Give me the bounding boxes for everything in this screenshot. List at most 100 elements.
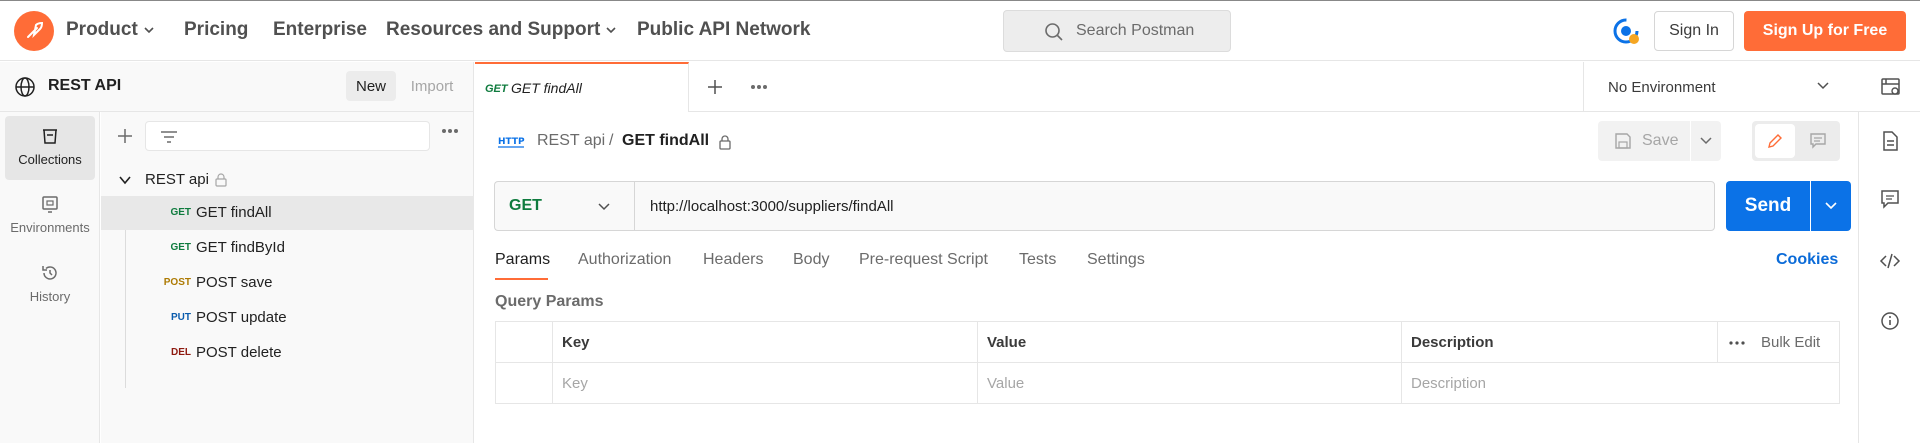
nav-product[interactable]: Product <box>66 19 155 41</box>
column-header-value: Value <box>977 322 1401 363</box>
more-tabs-icon[interactable] <box>750 84 768 90</box>
key-input[interactable]: Key <box>552 363 972 404</box>
globe-icon <box>15 77 35 97</box>
sidebar-rail: Collections Environments History <box>0 112 100 443</box>
send-options-button[interactable] <box>1811 181 1851 231</box>
code-icon[interactable] <box>1879 250 1901 272</box>
request-item[interactable]: GET GET findAll <box>101 196 474 230</box>
request-name: POST save <box>196 274 273 291</box>
nav-public-api[interactable]: Public API Network <box>637 19 811 41</box>
request-method: GET <box>170 207 191 218</box>
request-method: POST <box>163 277 191 288</box>
sidebar-item-collections[interactable]: Collections <box>5 116 95 180</box>
tab-settings[interactable]: Settings <box>1087 251 1145 269</box>
request-item[interactable]: GET GET findById <box>101 231 474 265</box>
plus-icon[interactable] <box>115 126 135 146</box>
chevron-down-icon <box>1817 82 1829 90</box>
description-input[interactable]: Description <box>1401 363 1839 404</box>
save-icon <box>1615 133 1631 149</box>
bulk-edit-link[interactable]: Bulk Edit <box>1761 334 1820 351</box>
breadcrumb-request[interactable]: GET findAll <box>622 132 709 150</box>
sidebar-item-label: Collections <box>18 152 82 167</box>
documentation-icon[interactable] <box>1879 130 1901 152</box>
breadcrumb-separator: / <box>609 132 614 149</box>
collection-item[interactable]: REST api <box>101 164 474 196</box>
environment-value: No Environment <box>1608 78 1716 96</box>
sidebar-item-label: Environments <box>10 220 90 235</box>
sign-in-button[interactable]: Sign In <box>1654 11 1734 51</box>
request-name: GET findById <box>196 239 285 256</box>
nav-product-label: Product <box>66 19 138 40</box>
more-options-icon[interactable] <box>441 128 459 134</box>
comment-mode-button[interactable] <box>1799 124 1837 158</box>
tab-get-findall[interactable]: GET GET findAll <box>475 62 689 112</box>
top-navigation: Product Pricing Enterprise Resources and… <box>0 0 1920 61</box>
search-input[interactable]: Search Postman <box>1003 10 1231 52</box>
comment-icon <box>1810 133 1826 149</box>
workspace-header: REST API New Import <box>0 62 474 112</box>
chevron-down-icon <box>1700 137 1712 145</box>
environment-quick-look-icon[interactable] <box>1880 76 1902 98</box>
request-name: POST update <box>196 309 287 326</box>
column-header-key: Key <box>552 322 972 363</box>
sidebar-item-history[interactable]: History <box>5 253 95 317</box>
more-options-icon[interactable] <box>1729 341 1745 345</box>
nav-pricing-label: Pricing <box>184 19 249 40</box>
sync-status-icon[interactable] <box>1612 17 1642 47</box>
environments-icon <box>42 196 58 213</box>
sign-up-button[interactable]: Sign Up for Free <box>1744 11 1906 51</box>
comments-icon[interactable] <box>1879 188 1901 210</box>
tab-authorization[interactable]: Authorization <box>578 251 671 269</box>
tab-body[interactable]: Body <box>793 251 829 269</box>
request-item[interactable]: POST POST save <box>101 266 474 300</box>
nav-public-api-label: Public API Network <box>637 19 811 40</box>
tab-headers[interactable]: Headers <box>703 251 763 269</box>
edit-mode-button[interactable] <box>1755 124 1795 158</box>
postman-logo[interactable] <box>14 11 54 51</box>
import-button[interactable]: Import <box>404 71 460 101</box>
nav-enterprise-label: Enterprise <box>273 19 367 40</box>
history-icon <box>42 266 57 280</box>
breadcrumb-collection[interactable]: REST api <box>537 132 605 150</box>
tab-pre-request-script[interactable]: Pre-request Script <box>859 251 988 269</box>
lock-icon <box>719 135 731 150</box>
rocket-icon <box>27 21 44 39</box>
cookies-link[interactable]: Cookies <box>1776 251 1838 269</box>
save-button[interactable]: Save <box>1598 121 1690 161</box>
tab-params[interactable]: Params <box>495 251 550 269</box>
nav-pricing[interactable]: Pricing <box>184 19 248 41</box>
nav-resources[interactable]: Resources and Support <box>386 19 617 41</box>
chevron-down-icon <box>606 27 616 34</box>
query-params-heading: Query Params <box>495 293 604 310</box>
table-header-row: Key Value Description Bulk Edit <box>496 322 1839 363</box>
request-method: PUT <box>171 312 191 323</box>
save-options-button[interactable] <box>1691 121 1721 161</box>
tab-name: GET findAll <box>511 80 582 96</box>
new-tab-icon[interactable] <box>705 77 725 97</box>
view-mode-toggle <box>1752 121 1840 161</box>
request-item[interactable]: PUT POST update <box>101 301 474 335</box>
send-button[interactable]: Send <box>1726 181 1810 231</box>
chevron-down-icon <box>1825 202 1837 210</box>
tab-method: GET <box>485 83 508 95</box>
request-item[interactable]: DEL POST delete <box>101 336 474 370</box>
request-method: DEL <box>171 347 191 358</box>
request-tab-bar: GET GET findAll No Environment <box>475 62 1920 112</box>
filter-input[interactable] <box>145 121 430 151</box>
search-icon <box>1045 23 1063 41</box>
sidebar-item-environments[interactable]: Environments <box>5 184 95 248</box>
active-tab-indicator <box>495 278 548 280</box>
chevron-down-icon <box>119 176 131 185</box>
value-input[interactable]: Value <box>977 363 1401 404</box>
request-name: POST delete <box>196 344 282 361</box>
url-input[interactable]: http://localhost:3000/suppliers/findAll <box>634 181 1715 231</box>
info-icon[interactable] <box>1879 310 1901 332</box>
request-name: GET findAll <box>196 204 272 221</box>
environment-selector[interactable]: No Environment <box>1583 62 1858 112</box>
tab-tests[interactable]: Tests <box>1019 251 1056 269</box>
new-button[interactable]: New <box>346 71 396 101</box>
collection-name: REST api <box>145 171 209 188</box>
nav-enterprise[interactable]: Enterprise <box>273 19 367 41</box>
lock-icon <box>215 173 227 187</box>
method-select[interactable]: GET <box>494 181 634 231</box>
